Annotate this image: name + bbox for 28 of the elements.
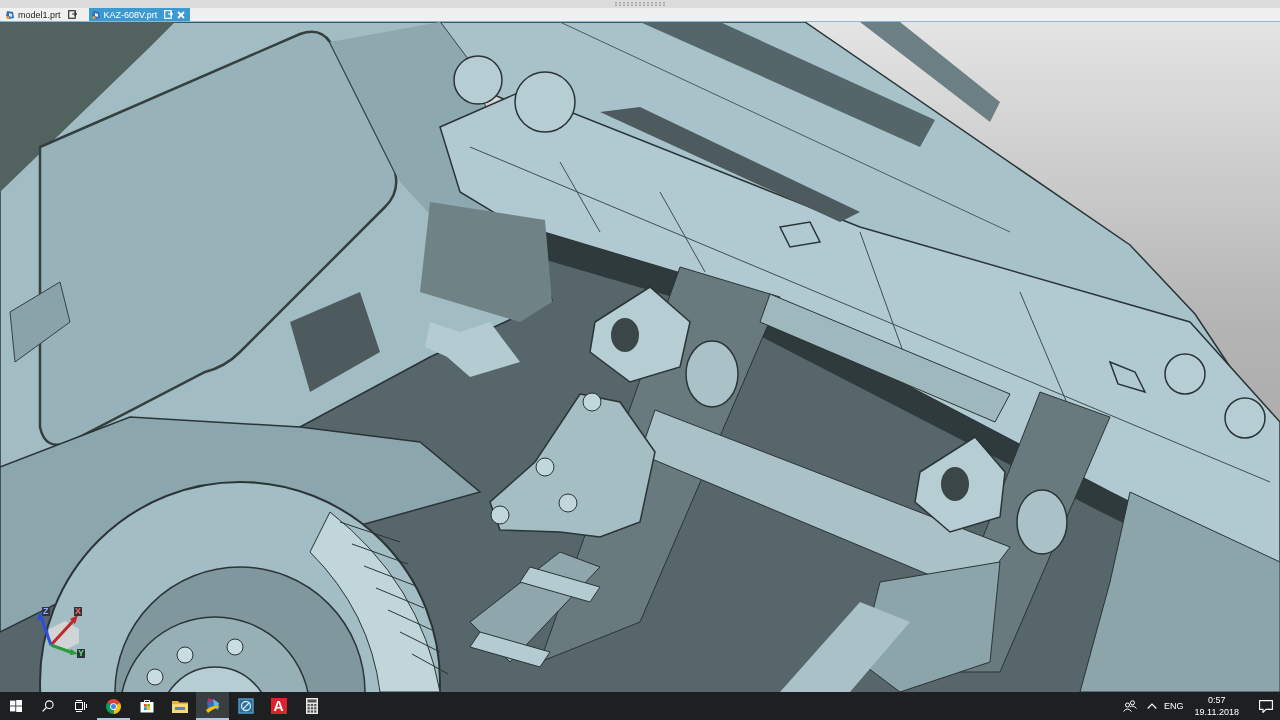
notification-icon[interactable] xyxy=(1259,699,1273,713)
x-axis-label: X xyxy=(74,607,82,616)
browser-icon xyxy=(106,698,121,714)
taskbar-app-button[interactable] xyxy=(196,692,229,720)
store-bag-icon xyxy=(139,699,154,713)
clock-date: 19.11.2018 xyxy=(1194,706,1239,718)
calculator-icon xyxy=(305,698,318,714)
people-icon[interactable] xyxy=(1123,700,1138,712)
task-view-icon xyxy=(74,700,87,712)
part-file-icon xyxy=(90,9,101,20)
letter-app-icon: A xyxy=(270,698,287,714)
close-icon[interactable] xyxy=(177,10,186,19)
cad-app-icon xyxy=(204,698,221,714)
circle-logo-app-icon xyxy=(237,698,254,714)
file-tab[interactable]: model1.prt xyxy=(3,8,82,21)
z-axis-label: Z xyxy=(42,607,50,616)
drag-handle-icon[interactable] xyxy=(615,2,665,6)
folder-icon xyxy=(171,699,188,713)
clock-time: 0:57 xyxy=(1208,694,1226,706)
language-indicator[interactable]: ENG xyxy=(1164,701,1184,711)
chevron-up-icon[interactable] xyxy=(1147,703,1158,709)
search-icon xyxy=(41,700,54,712)
windows-logo-icon xyxy=(9,700,22,712)
taskbar-app-button[interactable]: A xyxy=(262,692,295,720)
cad-viewport[interactable]: X Y Z xyxy=(0,22,1280,692)
clock[interactable]: 0:57 19.11.2018 xyxy=(1194,694,1239,718)
popout-icon[interactable] xyxy=(67,10,77,19)
y-axis-label: Y xyxy=(77,649,85,658)
